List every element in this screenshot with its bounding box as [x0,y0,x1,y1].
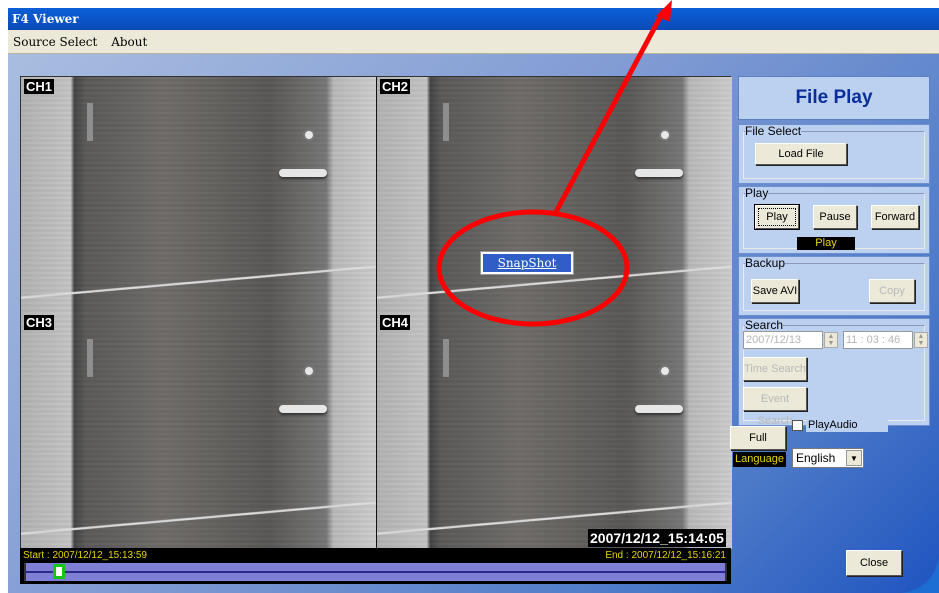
full-screen-button[interactable]: Full Screen [730,426,786,466]
video-timestamp: 2007/12/12_15:14:05 [588,529,726,547]
menu-about[interactable]: About [106,30,152,54]
door-knob [659,129,671,141]
time-spinner[interactable]: ▲ ▼ [914,332,928,348]
forward-button[interactable]: Forward [871,205,919,229]
door-handle [635,169,683,177]
play-audio-label: PlayAudio [806,418,888,432]
menu-bar: Source Select About [8,30,939,54]
play-button[interactable]: Play [755,205,799,229]
channel-label: CH4 [380,315,411,330]
timeline-end: End : 2007/12/12_15:16:21 [605,550,726,561]
save-avi-button[interactable]: Save AVI [751,279,799,303]
date-spinner[interactable]: ▲ ▼ [824,332,838,348]
language-value: English [796,451,836,465]
language-label: Language [733,452,786,467]
group-label: Play [745,186,769,200]
door-handle [279,405,327,413]
video-grid[interactable]: CH1 CH2 CH3 CH4 2007/12/12_15:14:05 [20,76,732,549]
chevron-down-icon[interactable]: ▼ [846,450,862,466]
search-time-field[interactable]: 11 : 03 : 46 [843,331,913,349]
channel-tile-3[interactable]: CH3 [21,313,376,549]
language-select[interactable]: English ▼ [792,448,864,468]
backup-group: Backup Save AVI Copy [738,256,930,316]
pause-button[interactable]: Pause [813,205,857,229]
file-select-group: File Select Load File [738,124,930,184]
search-date-field[interactable]: 2007/12/13 [743,331,823,349]
channel-label: CH2 [380,79,411,94]
door-hinge [443,339,449,377]
client-area: CH1 CH2 CH3 CH4 2007/12/12_15:14:05 Star… [8,54,939,593]
timeline-thumb[interactable] [53,564,65,579]
door-hinge [87,103,93,141]
door-handle [279,169,327,177]
play-status-indicator: Play [797,237,855,250]
door-knob [659,365,671,377]
panel-title: File Play [738,76,930,120]
channel-label: CH3 [24,315,55,330]
snapshot-menu-item[interactable]: SnapShot [480,251,574,275]
group-label: Search [745,318,784,332]
close-button[interactable]: Close [846,550,902,576]
timeline-track[interactable] [24,563,727,581]
play-group: Play Play Pause Forward Play [738,186,930,254]
door-knob [303,129,315,141]
search-group: Search 2007/12/13 ▲ ▼ 11 : 03 : 46 ▲ ▼ Tim… [738,318,930,427]
app-window: F4 Viewer Source Select About CH1 CH2 CH… [8,8,939,593]
time-search-button[interactable]: Time Search [743,357,807,381]
door-handle [635,405,683,413]
channel-tile-1[interactable]: CH1 [21,77,376,313]
load-file-button[interactable]: Load File [755,143,847,165]
play-audio-checkbox[interactable] [792,420,803,431]
door-hinge [87,339,93,377]
door-knob [303,365,315,377]
menu-source-select[interactable]: Source Select [8,30,102,54]
group-label: File Select [745,124,802,138]
door-hinge [443,103,449,141]
channel-tile-4[interactable]: CH4 [377,313,732,549]
playback-timeline: Start : 2007/12/12_15:13:59 End : 2007/1… [20,548,731,584]
event-search-button[interactable]: Event Search [743,387,807,427]
group-label: Backup [745,256,786,270]
timeline-start: Start : 2007/12/12_15:13:59 [23,550,147,561]
channel-tile-2[interactable]: CH2 [377,77,732,313]
copy-button[interactable]: Copy [869,279,915,303]
window-title: F4 Viewer [8,8,939,30]
channel-label: CH1 [24,79,55,94]
